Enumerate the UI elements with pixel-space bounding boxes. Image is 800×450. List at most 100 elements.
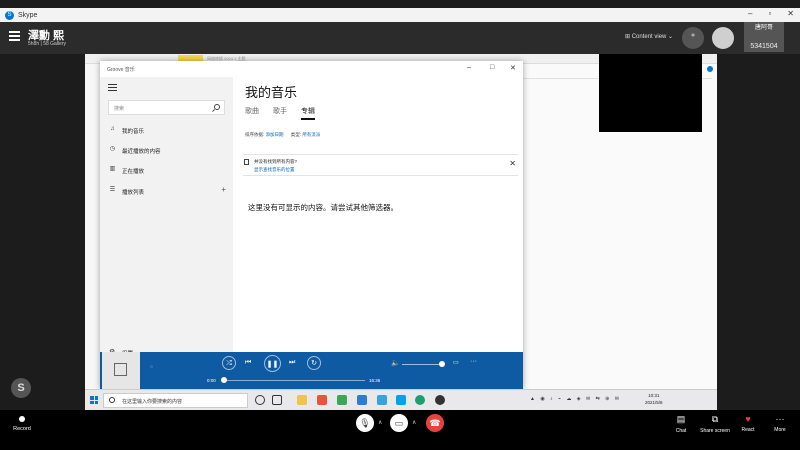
share-screen-label: Share screen xyxy=(700,428,730,434)
camera-button[interactable]: ▭ xyxy=(390,414,408,432)
progress-handle[interactable] xyxy=(221,377,227,383)
tab-songs[interactable]: 歌曲 xyxy=(245,106,259,120)
more-icon: ··· xyxy=(775,414,785,424)
music-note-icon: ♫ xyxy=(110,126,115,132)
close-button[interactable]: ✕ xyxy=(787,9,794,18)
file-explorer-icon[interactable] xyxy=(297,395,307,405)
mic-options-chevron-icon[interactable]: ∧ xyxy=(378,419,382,426)
content-view-icon: ⊞ xyxy=(625,34,632,40)
search-icon xyxy=(109,397,115,403)
minimize-button[interactable]: – xyxy=(748,9,752,18)
sort-dropdown[interactable]: 添加日期 xyxy=(266,132,284,137)
more-options-icon[interactable]: ··· xyxy=(470,358,477,365)
participant-tile[interactable]: 唐阿哥 5341504 xyxy=(744,22,784,52)
skype-title-bar: S Skype – ▫ ✕ xyxy=(0,8,800,22)
pause-icon[interactable]: ❚❚ xyxy=(264,355,281,372)
music-minimize-button[interactable]: – xyxy=(467,64,471,71)
sidebar-item-label: 我的音乐 xyxy=(122,129,145,135)
music-content: 我的音乐 歌曲 歌手 专辑 排序依据: 添加日期 类型: 所有流派 并没有找到所… xyxy=(233,77,523,352)
music-close-button[interactable]: ✕ xyxy=(510,64,516,72)
sort-filter-row: 排序依据: 添加日期 类型: 所有流派 xyxy=(245,132,326,138)
photos-icon[interactable] xyxy=(377,395,387,405)
camera-options-chevron-icon[interactable]: ∧ xyxy=(412,419,416,426)
chat-button[interactable]: ▤ Chat xyxy=(666,414,696,434)
blue-app-icon[interactable] xyxy=(357,395,367,405)
music-app-title: Groove 音乐 xyxy=(107,67,135,73)
taskbar-search-placeholder: 在这里输入你要搜索的内容 xyxy=(122,399,183,405)
volume-slider[interactable] xyxy=(402,364,442,365)
repeat-icon[interactable]: ↻ xyxy=(307,356,321,370)
avatar[interactable] xyxy=(712,27,734,49)
search-placeholder: 搜索 xyxy=(114,106,125,112)
mini-player-icon[interactable]: ▭ xyxy=(453,359,459,366)
cortana-icon[interactable] xyxy=(255,395,265,405)
windows-start-icon[interactable] xyxy=(90,396,98,404)
sidebar-item-now-playing[interactable]: ▥ 正在播放 xyxy=(100,161,233,179)
music-maximize-button[interactable]: □ xyxy=(490,64,494,71)
menu-icon[interactable] xyxy=(9,31,20,41)
genre-dropdown[interactable]: 所有流派 xyxy=(302,132,320,137)
record-label: Record xyxy=(13,426,31,432)
skype-taskbar-icon[interactable] xyxy=(396,395,406,405)
progress-track[interactable] xyxy=(223,380,365,381)
share-screen-icon: ⧉ xyxy=(711,414,719,424)
album-art[interactable] xyxy=(102,352,140,389)
content-view-button[interactable]: ⊞ Content view ⌄ xyxy=(625,33,673,40)
music-app-window: Groove 音乐 – □ ✕ 搜索 ♫ 我的音乐 ◷ 最近播放的内容 ▥ 正在… xyxy=(100,61,523,389)
taskbar-search-input[interactable]: 在这里输入你要搜索的内容 xyxy=(103,393,248,408)
empty-state-message: 这里没有可显示的内容。请尝试其他筛选器。 xyxy=(248,203,398,212)
react-label: React xyxy=(741,427,755,433)
record-button[interactable]: Record xyxy=(10,414,34,432)
system-tray-icons[interactable]: ▲ ◉ ♪ ⌁ ☁ ◈ ✉ ⇆ ⊕ ✉ xyxy=(530,396,621,402)
show-music-locations-link[interactable]: 显示查找音乐的位置 xyxy=(254,167,295,173)
edge-icon[interactable] xyxy=(415,395,425,405)
type-label: 类型: xyxy=(290,132,302,137)
add-participant-icon[interactable]: ⁺ xyxy=(682,27,704,49)
maximize-button[interactable]: ▫ xyxy=(768,9,771,18)
skype-call-window: S Skype – ▫ ✕ 澤勳 熙 5h8h | 58 Gallery ⊞ C… xyxy=(0,0,800,450)
time-elapsed: 0:00 xyxy=(207,378,216,383)
clock-date: 2021/5/8 xyxy=(645,400,663,405)
office-app-icon[interactable] xyxy=(317,395,327,405)
share-screen-button[interactable]: ⧉ Share screen xyxy=(700,414,730,434)
sidebar-item-recent[interactable]: ◷ 最近播放的内容 xyxy=(100,141,233,159)
close-icon[interactable]: ✕ xyxy=(509,159,516,168)
tab-artists[interactable]: 歌手 xyxy=(273,106,287,120)
volume-handle[interactable] xyxy=(439,361,445,367)
info-bar: 并没有找到所有内容? 显示查找音乐的位置 ✕ xyxy=(243,154,518,176)
music-taskbar-icon[interactable] xyxy=(435,395,445,405)
window-controls: – ▫ ✕ xyxy=(748,9,794,18)
green-app-icon[interactable] xyxy=(337,395,347,405)
music-search-input[interactable]: 搜索 xyxy=(108,100,225,115)
clock-icon: ◷ xyxy=(109,146,116,152)
more-label: More xyxy=(774,427,786,433)
sidebar-item-my-music[interactable]: ♫ 我的音乐 xyxy=(100,121,233,139)
end-call-button[interactable]: ☎ xyxy=(426,414,444,432)
add-playlist-icon[interactable]: + xyxy=(221,185,226,194)
status-dot-icon xyxy=(707,66,713,72)
chat-icon: ▤ xyxy=(676,414,686,424)
bars-icon: ▥ xyxy=(109,166,116,172)
next-icon[interactable]: ⏭ xyxy=(289,356,295,370)
sidebar-item-playlists[interactable]: ☰ 播放列表 + xyxy=(100,182,233,200)
task-view-icon[interactable] xyxy=(272,395,282,405)
participant-number: 5341504 xyxy=(750,43,778,50)
more-button[interactable]: ··· More xyxy=(765,414,795,433)
record-icon xyxy=(19,416,25,422)
skype-chat-icon[interactable]: S xyxy=(11,378,31,398)
volume-icon[interactable]: 🔈 xyxy=(391,359,400,367)
remote-video-feed xyxy=(599,54,702,132)
player-bar: ◌ ⤮ ⏮ ❚❚ ⏭ ↻ 0:00 16:36 🔈 ▭ ··· xyxy=(100,352,523,389)
taskbar-clock[interactable]: 10:31 2021/5/8 xyxy=(645,392,663,406)
phone-icon xyxy=(244,159,249,165)
tab-albums[interactable]: 专辑 xyxy=(301,106,315,120)
react-button[interactable]: ♥ React xyxy=(733,414,763,433)
hamburger-menu-icon[interactable] xyxy=(108,84,117,91)
windows-taskbar: 在这里输入你要搜索的内容 ▲ ◉ ♪ ⌁ ☁ ◈ ✉ ⇆ ⊕ ✉ 10:31 2… xyxy=(85,389,717,410)
microphone-button[interactable]: 🎙 xyxy=(356,414,374,432)
search-icon[interactable] xyxy=(214,104,220,110)
info-text: 并没有找到所有内容? xyxy=(254,159,298,164)
sidebar-item-label: 最近播放的内容 xyxy=(122,149,161,155)
shuffle-icon[interactable]: ⤮ xyxy=(222,356,236,370)
previous-icon[interactable]: ⏮ xyxy=(245,356,251,370)
